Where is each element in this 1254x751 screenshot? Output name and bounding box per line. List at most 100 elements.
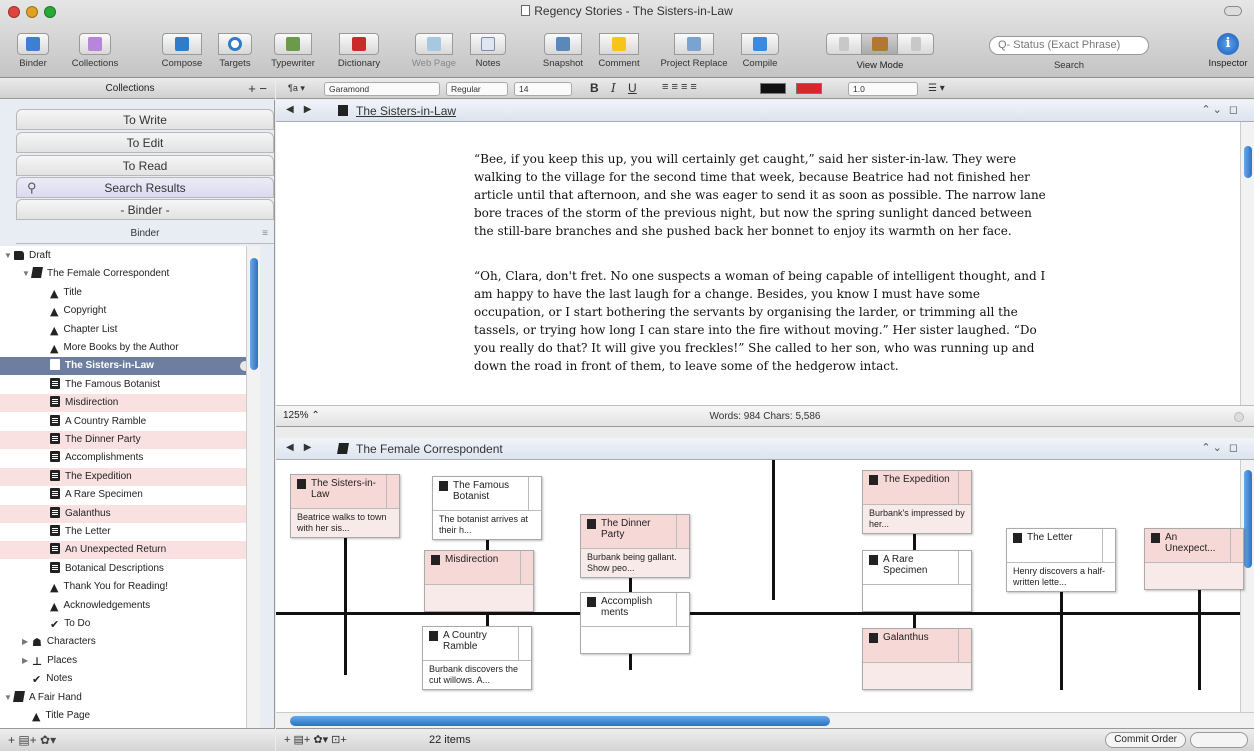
search-input[interactable]: Q- Status (Exact Phrase) [989,36,1149,55]
targets-button[interactable]: Targets [212,33,258,69]
corkboard-history-arrows[interactable]: ◀▶ [286,442,321,453]
font-family-select[interactable]: Garamond [324,82,440,96]
disclosure-triangle-icon[interactable]: ▶ [22,633,32,651]
compose-button[interactable]: Compose [156,33,208,69]
collections-button[interactable]: Collections [62,33,128,69]
collection-tab-to-read[interactable]: To Read [16,155,274,176]
binder-item[interactable]: ▶ ⊥ Places [0,652,260,670]
comment-button[interactable]: Comment [592,33,646,69]
corkboard-view-button[interactable] [862,33,898,55]
binder-item[interactable]: ▲ Thank You for Reading! [0,578,260,596]
binder-menu-icon[interactable]: ≡ [262,224,268,244]
collection-tab-binder[interactable]: - Binder - [16,199,274,220]
index-card[interactable]: Accomplish ments [580,592,690,654]
target-progress-icon[interactable] [1234,412,1244,422]
corkboard-mode-control[interactable] [1190,732,1248,748]
corkboard-title[interactable]: The Female Correspondent [356,442,503,456]
binder-item[interactable]: The Expedition [0,467,260,486]
add-remove-collection-buttons[interactable]: + − [248,81,267,96]
underline-button[interactable]: U [628,81,637,95]
binder-item[interactable]: Accomplishments [0,449,260,467]
inspector-button[interactable]: i Inspector [1203,33,1253,69]
index-card[interactable]: An Unexpect... [1144,528,1244,590]
horizontal-scroll-thumb[interactable] [290,716,830,726]
bold-button[interactable]: B [590,81,599,95]
index-card[interactable]: The Dinner Party Burbank being gallant. S… [580,514,690,578]
collection-tab-to-write[interactable]: To Write [16,109,274,130]
binder-item[interactable]: The Sisters-in-Law [0,357,260,376]
font-weight-select[interactable]: Regular [446,82,508,96]
binder-item[interactable]: ▲ Title [0,284,260,302]
binder-item[interactable]: A Country Ramble [0,413,260,431]
text-editor[interactable]: “Bee, if you keep this up, you will cert… [276,122,1254,405]
binder-button[interactable]: Binder [10,33,56,69]
collection-tab-to-edit[interactable]: To Edit [16,132,274,153]
binder-item[interactable]: ▼ A Fair Hand [0,689,260,707]
index-card[interactable]: The Expedition Burbank's impressed by her… [862,470,972,534]
editor-document-title[interactable]: The Sisters-in-Law [356,104,456,118]
notes-button[interactable]: Notes [466,33,510,69]
binder-item[interactable]: ▲ Chapter List [0,321,260,339]
binder-item[interactable]: ▲ More Books by the Author [0,339,260,357]
snapshot-button[interactable]: Snapshot [534,33,592,69]
binder-item[interactable]: ▶ ☗ Characters [0,633,260,651]
binder-item[interactable]: The Letter [0,523,260,541]
binder-item[interactable]: ▲ Copyright [0,302,260,320]
binder-item[interactable]: The Dinner Party [0,431,260,449]
project-replace-button[interactable]: Project Replace [652,33,736,69]
binder-item[interactable]: ▲ Acknowledgements [0,597,260,615]
outline-view-button[interactable] [898,33,934,55]
index-card[interactable]: The Letter Henry discovers a half-written… [1006,528,1116,592]
index-card[interactable]: Misdirection [424,550,534,612]
binder-item[interactable]: Misdirection [0,394,260,413]
highlight-color-swatch[interactable] [796,83,822,94]
typewriter-button[interactable]: Typewriter [266,33,320,69]
binder-scrollbar[interactable] [246,246,260,728]
binder-item[interactable]: Botanical Descriptions [0,560,260,578]
view-mode-control[interactable] [826,33,934,55]
line-spacing-select[interactable]: 1.0 [848,82,918,96]
toolbar-toggle-button[interactable] [1224,6,1242,16]
scrivenings-view-button[interactable] [826,33,862,55]
dictionary-button[interactable]: Dictionary [328,33,390,69]
binder-item[interactable]: ▲ Title Page [0,707,260,725]
italic-button[interactable]: I [611,81,616,95]
binder-item[interactable]: ▼ The Female Correspondent [0,265,260,283]
compile-button[interactable]: Compile [736,33,784,69]
binder-scroll-thumb[interactable] [250,258,258,370]
editor-scrollbar[interactable] [1240,122,1254,405]
font-size-select[interactable]: 14 [514,82,572,96]
binder-item[interactable]: ✔ Notes [0,670,260,688]
corkboard-up-down-arrows[interactable]: ⌃⌄ ◻ [1201,441,1240,454]
index-card[interactable]: The Famous Botanist The botanist arrives … [432,476,542,540]
binder-item[interactable]: An Unexpected Return [0,541,260,560]
paragraph-style-menu[interactable]: ¶a ▾ [288,83,305,94]
corkboard-footer-tools[interactable]: + ▤+ ✿▾ ⊡+ [284,733,347,746]
list-style-menu[interactable]: ☰ ▾ [928,83,945,94]
editor-paragraph[interactable]: “Bee, if you keep this up, you will cert… [474,150,1054,240]
disclosure-triangle-icon[interactable]: ▶ [22,652,32,670]
corkboard-scroll-thumb[interactable] [1244,470,1252,568]
editor-scroll-thumb[interactable] [1244,146,1252,178]
binder-item[interactable]: The Famous Botanist [0,376,260,394]
binder-item[interactable]: ✔ To Do [0,615,260,633]
corkboard-horizontal-scrollbar[interactable] [276,712,1254,728]
collection-tab-search-results[interactable]: ⚲ Search Results [16,177,274,198]
commit-order-button[interactable]: Commit Order [1105,732,1186,748]
index-card[interactable]: A Rare Specimen [862,550,972,612]
binder-footer-tools[interactable]: + ▤+ ✿▾ [8,733,56,747]
index-card[interactable]: The Sisters-in-Law Beatrice walks to town… [290,474,400,538]
web-page-button[interactable]: Web Page [408,33,460,69]
disclosure-triangle-icon[interactable]: ▼ [4,247,14,265]
index-card[interactable]: A Country Ramble Burbank discovers the cu… [422,626,532,690]
text-color-swatch[interactable] [760,83,786,94]
binder-item[interactable]: A Rare Specimen [0,486,260,504]
binder-item[interactable]: Galanthus [0,504,260,523]
freeform-corkboard[interactable]: The Sisters-in-Law Beatrice walks to town… [276,460,1254,712]
editor-history-arrows[interactable]: ◀▶ [286,104,321,115]
editor-up-down-arrows[interactable]: ⌃⌄ ◻ [1201,103,1240,116]
index-card[interactable]: Galanthus [862,628,972,690]
editor-paragraph[interactable]: “Oh, Clara, don't fret. No one suspects … [474,267,1054,375]
binder-item[interactable]: ▼ Draft [0,247,260,265]
binder-outline[interactable]: ▲ Title Page ▼ A Fair Hand ✔ Notes ▶ ⊥ Places ▶ ☗ C… [0,246,260,728]
